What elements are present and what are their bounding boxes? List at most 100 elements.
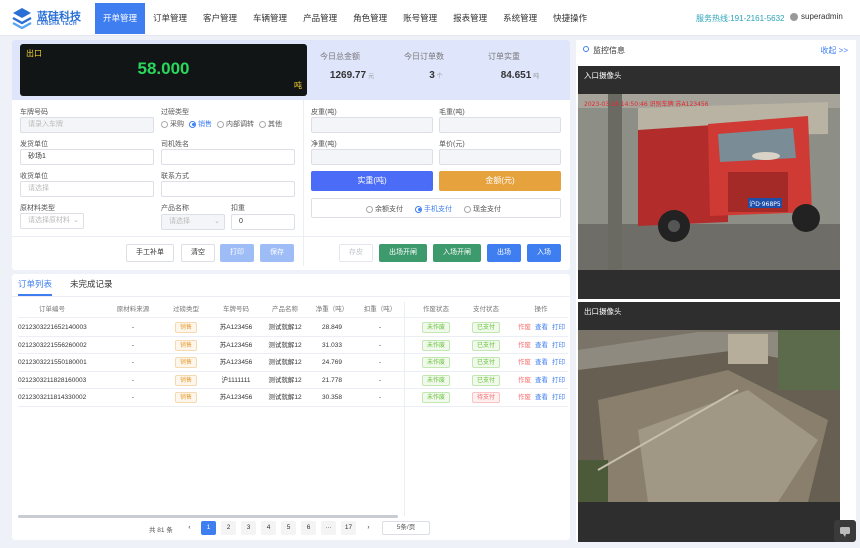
store-tare-button[interactable]: 存皮 — [339, 244, 373, 262]
nav-item-reports[interactable]: 报表管理 — [445, 3, 495, 34]
nav-item-accounts[interactable]: 账号管理 — [395, 3, 445, 34]
print-link[interactable]: 打印 — [552, 324, 565, 331]
view-link[interactable]: 查看 — [535, 324, 548, 331]
driver-input[interactable] — [161, 149, 295, 165]
sender-input[interactable]: 砂场1 — [20, 149, 154, 165]
cell-void: 未作废 — [416, 354, 456, 371]
view-link[interactable]: 查看 — [535, 342, 548, 349]
status-badge: 销售 — [174, 322, 197, 333]
print-link[interactable]: 打印 — [552, 359, 565, 366]
status-badge: 销售 — [174, 374, 197, 386]
clear-button[interactable]: 清空 — [181, 244, 215, 262]
nav-item-customers[interactable]: 客户管理 — [195, 3, 245, 34]
cell-deduct: - — [378, 341, 382, 349]
plate-label: 车牌号码 — [20, 109, 48, 116]
void-link[interactable]: 作废 — [518, 342, 531, 349]
nav-item-shortcuts[interactable]: 快捷操作 — [545, 3, 595, 34]
material-select[interactable]: 请选择原材料 ⌄ — [20, 213, 84, 229]
manual-order-button[interactable]: 手工补单 — [126, 244, 174, 262]
collapse-link[interactable]: 收起 >> — [820, 45, 848, 56]
col-actions: 操作 — [534, 306, 548, 313]
net-input[interactable] — [311, 149, 433, 165]
radio-purchase[interactable]: 采购 — [161, 119, 184, 129]
pager-total: 共 81 条 — [149, 527, 173, 534]
radio-mobile-pay[interactable]: 手机支付 — [415, 204, 452, 214]
nav-item-vehicles[interactable]: 车辆管理 — [245, 3, 295, 34]
stat-unit: 个 — [436, 74, 443, 80]
product-select[interactable]: 请选择 ⌄ — [161, 214, 225, 230]
radio-sale[interactable]: 销售 — [189, 119, 212, 129]
nav-item-system[interactable]: 系统管理 — [495, 3, 545, 34]
exit-gate-open-button[interactable]: 出场开闸 — [379, 244, 427, 262]
view-link[interactable]: 查看 — [535, 359, 548, 366]
tab-incomplete[interactable]: 未完成记录 — [70, 278, 113, 296]
horizontal-scrollbar[interactable] — [18, 515, 398, 518]
col-order-no: 订单编号 — [39, 306, 65, 313]
prev-page-icon[interactable]: ‹ — [182, 521, 197, 535]
col-product: 产品名称 — [272, 306, 298, 313]
print-link[interactable]: 打印 — [552, 377, 565, 384]
print-button[interactable]: 打印 — [220, 244, 254, 262]
table-row[interactable]: 0212303221652140003 - 销售 苏A123456 测试就解12 28.8… — [18, 319, 568, 337]
print-link[interactable]: 打印 — [552, 342, 565, 349]
floating-action-button[interactable] — [834, 520, 856, 542]
table-row[interactable]: 0212303211814330002 - 销售 苏A123456 测试就解12 30.3… — [18, 389, 568, 407]
next-page-icon[interactable]: › — [361, 521, 376, 535]
contact-input[interactable] — [161, 181, 295, 197]
receiver-select[interactable]: 请选择 — [20, 181, 154, 197]
material-label: 原材料类型 — [20, 205, 55, 212]
col-deduct: 扣重（吨） — [363, 306, 397, 313]
cell-actions: 作废 查看 打印 — [516, 389, 566, 406]
void-link[interactable]: 作废 — [518, 377, 531, 384]
table-row[interactable]: 0212303211828160003 - 销售 沪1111111 测试就解12 21.7… — [18, 372, 568, 389]
gross-input[interactable] — [439, 117, 561, 133]
deduct-input[interactable]: 0 — [231, 214, 295, 230]
save-button[interactable]: 保存 — [260, 244, 294, 262]
page-2[interactable]: 2 — [221, 521, 236, 535]
page-1[interactable]: 1 — [201, 521, 216, 535]
cell-net: 24.769 — [322, 359, 342, 366]
table-header: 订单编号 原材料来源 过磅类型 车牌号码 产品名称 净重（吨） 扣重（吨） 作废… — [18, 302, 568, 318]
nav-item-billing[interactable]: 开单管理 — [95, 3, 146, 34]
exit-button[interactable]: 出场 — [487, 244, 521, 262]
radio-cash-pay[interactable]: 现金支付 — [464, 204, 501, 214]
monitor-panel: 监控信息 收起 >> 入口摄像头 沪D·968P5 2023-03-18 14:… — [576, 40, 856, 542]
brand-logo[interactable]: 蓝硅科技 LANSHA TECH — [10, 7, 90, 29]
display-label: 出口 — [26, 49, 42, 58]
nav-item-products[interactable]: 产品管理 — [295, 3, 345, 34]
table-row[interactable]: 0212303221556260002 - 销售 苏A123456 测试就解12 31.0… — [18, 337, 568, 354]
tab-order-list[interactable]: 订单列表 — [18, 278, 53, 296]
page-3[interactable]: 3 — [241, 521, 256, 535]
page-17[interactable]: 17 — [341, 521, 356, 535]
tare-input[interactable] — [311, 117, 433, 133]
enter-gate-open-button[interactable]: 入场开闸 — [433, 244, 481, 262]
radio-internal[interactable]: 内部调转 — [217, 119, 254, 129]
cell-actions: 作废 查看 打印 — [516, 319, 566, 336]
view-link[interactable]: 查看 — [535, 394, 548, 401]
logo-icon — [12, 8, 32, 29]
nav-item-orders[interactable]: 订单管理 — [145, 3, 195, 34]
void-link[interactable]: 作废 — [518, 324, 531, 331]
deduct-label: 扣重 — [231, 205, 245, 212]
page-4[interactable]: 4 — [261, 521, 276, 535]
cell-actions: 作废 查看 打印 — [516, 337, 566, 354]
radio-balance-pay[interactable]: 余额支付 — [366, 204, 403, 214]
cell-plate: 苏A123456 — [219, 324, 253, 331]
page-6[interactable]: 6 — [301, 521, 316, 535]
page-5[interactable]: 5 — [281, 521, 296, 535]
user-menu[interactable]: superadmin — [790, 12, 843, 21]
plate-input[interactable]: 请录入车牌 — [20, 117, 154, 133]
void-link[interactable]: 作废 — [518, 359, 531, 366]
view-link[interactable]: 查看 — [535, 377, 548, 384]
print-link[interactable]: 打印 — [552, 394, 565, 401]
real-weight-button[interactable]: 实重(吨) — [311, 171, 433, 191]
radio-other[interactable]: 其他 — [259, 119, 282, 129]
price-input[interactable] — [439, 149, 561, 165]
table-row[interactable]: 0212303221550180001 - 销售 苏A123456 测试就解12 24.7… — [18, 354, 568, 372]
page-size-select[interactable]: 5条/页 — [382, 521, 430, 535]
enter-button[interactable]: 入场 — [527, 244, 561, 262]
amount-button[interactable]: 金额(元) — [439, 171, 561, 191]
nav-item-roles[interactable]: 角色管理 — [345, 3, 395, 34]
void-link[interactable]: 作废 — [518, 394, 531, 401]
page-ellipsis[interactable]: ··· — [321, 521, 336, 535]
